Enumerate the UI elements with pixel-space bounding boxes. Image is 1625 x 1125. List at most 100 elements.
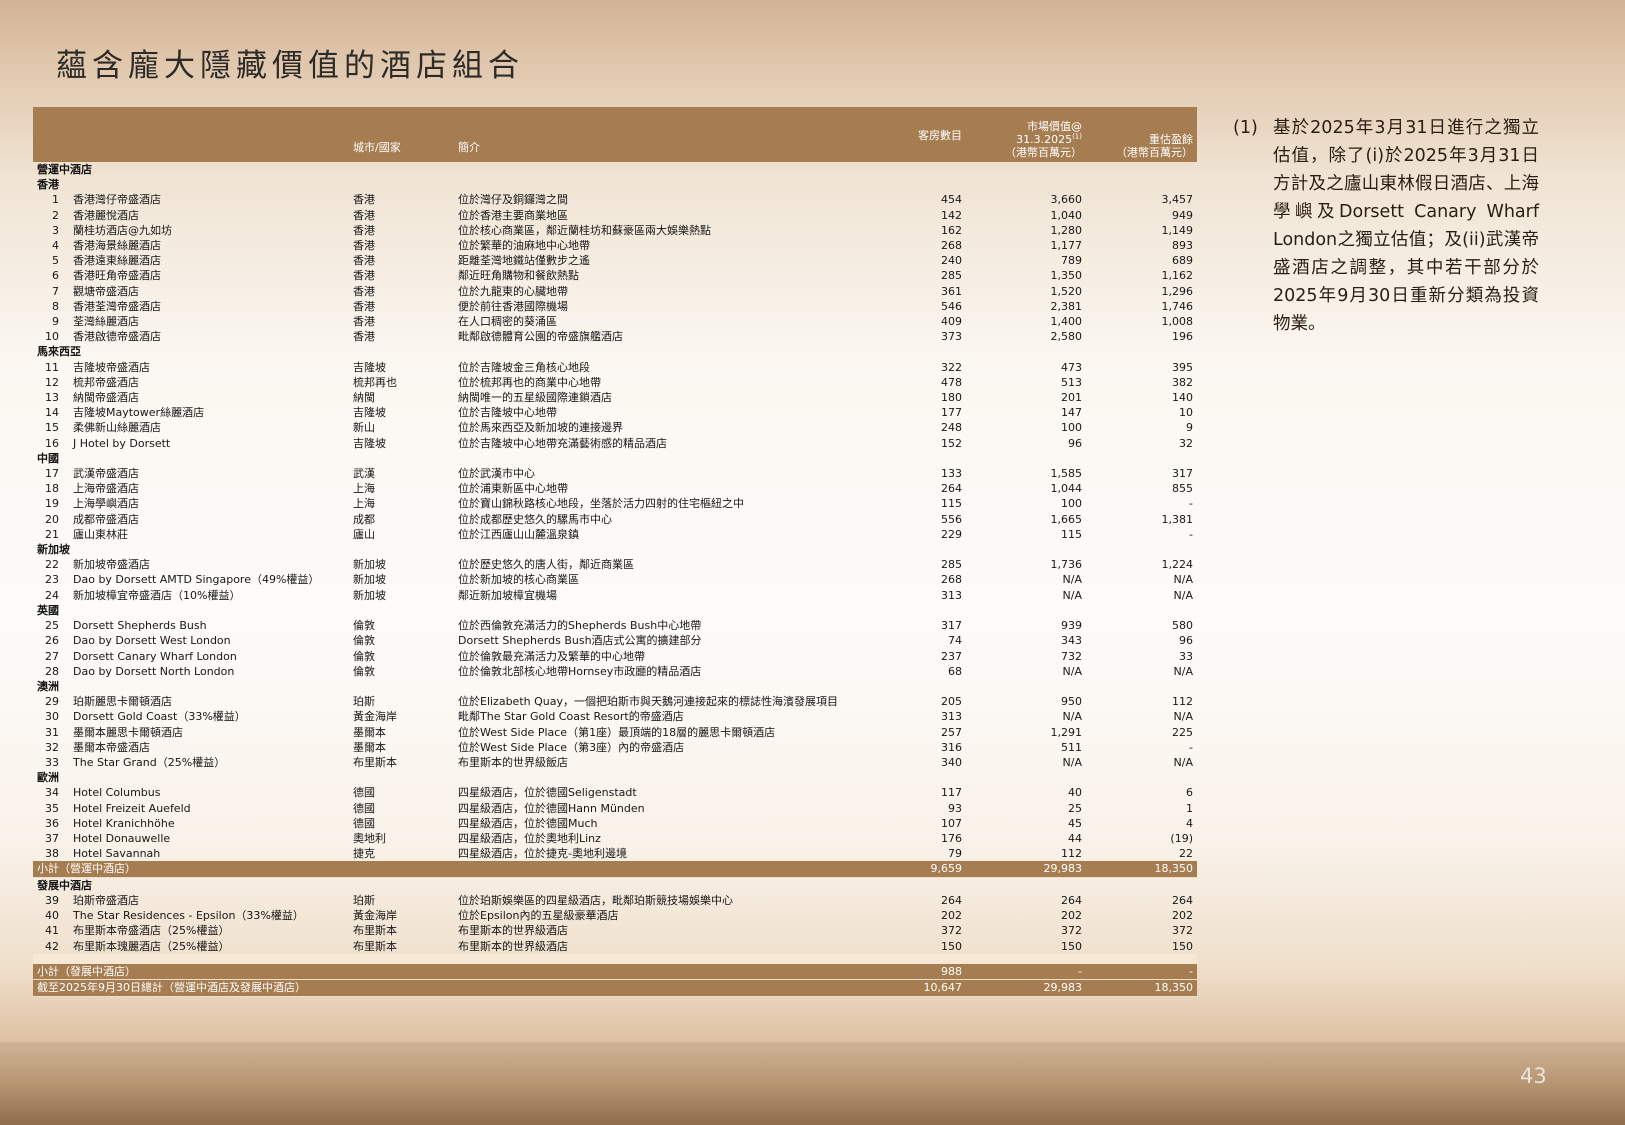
header-market-value: 市場價值@ 31.3.2025(1) （港幣百萬元） <box>966 107 1086 162</box>
table-row <box>33 954 1197 964</box>
hotel-city: 香港 <box>349 284 454 299</box>
hotel-description: 布里斯本的世界級飯店 <box>454 755 886 770</box>
hotel-description: 位於灣仔及銅鑼灣之間 <box>454 192 886 207</box>
surplus-value: 855 <box>1086 481 1197 496</box>
row-number: 7 <box>33 284 69 299</box>
surplus-value: 1,149 <box>1086 223 1197 238</box>
table-row: 15柔佛新山絲麗酒店新山位於馬來西亞及新加坡的連接邊界2481009 <box>33 420 1197 435</box>
hotel-name: 香港海景絲麗酒店 <box>69 238 349 253</box>
market-value: 201 <box>966 390 1086 405</box>
table-row: 英國 <box>33 603 1197 618</box>
hotel-description: 位於Elizabeth Quay，一個把珀斯市與天鵝河連接起來的標誌性海濱發展項… <box>454 694 886 709</box>
subtotal-label: 小計（發展中酒店） <box>33 964 886 980</box>
hotel-description: 便於前往香港國際機場 <box>454 299 886 314</box>
market-value: 1,044 <box>966 481 1086 496</box>
hotel-city: 香港 <box>349 253 454 268</box>
rooms-value: 373 <box>886 329 966 344</box>
market-value: 1,736 <box>966 557 1086 572</box>
hotel-city: 珀斯 <box>349 893 454 908</box>
hotel-name: 上海學嶼酒店 <box>69 496 349 511</box>
market-value: 100 <box>966 496 1086 511</box>
row-number: 13 <box>33 390 69 405</box>
row-number: 17 <box>33 466 69 481</box>
hotel-city: 德國 <box>349 816 454 831</box>
hotel-city: 香港 <box>349 208 454 223</box>
table-row: 42布里斯本瑰麗酒店（25%權益）布里斯本布里斯本的世界級酒店150150150 <box>33 939 1197 954</box>
header-name-col <box>69 107 349 162</box>
surplus-value: N/A <box>1086 572 1197 587</box>
market-value: 511 <box>966 740 1086 755</box>
table-body: 營運中酒店香港1香港灣仔帝盛酒店香港位於灣仔及銅鑼灣之間4543,6603,45… <box>33 162 1197 996</box>
row-number: 29 <box>33 694 69 709</box>
row-number: 6 <box>33 268 69 283</box>
hotel-description: 在人口稠密的葵涌區 <box>454 314 886 329</box>
hotel-name: 新加坡帝盛酒店 <box>69 557 349 572</box>
hotel-description: 位於歷史悠久的唐人街，鄰近商業區 <box>454 557 886 572</box>
market-value: 1,040 <box>966 208 1086 223</box>
table-row: 小計（發展中酒店）988-- <box>33 964 1197 980</box>
hotel-description: 位於Epsilon內的五星級豪華酒店 <box>454 908 886 923</box>
hotel-name: Dorsett Canary Wharf London <box>69 649 349 664</box>
hotel-name: 上海帝盛酒店 <box>69 481 349 496</box>
row-number: 22 <box>33 557 69 572</box>
hotel-name: 吉隆坡Maytower絲麗酒店 <box>69 405 349 420</box>
hotel-city: 納閩 <box>349 390 454 405</box>
hotel-name: 納閩帝盛酒店 <box>69 390 349 405</box>
hotel-description: 位於West Side Place（第1座）最頂端的18層的麗思卡爾頓酒店 <box>454 725 886 740</box>
rooms-value: 264 <box>886 893 966 908</box>
row-number: 15 <box>33 420 69 435</box>
row-number: 36 <box>33 816 69 831</box>
surplus-value: 382 <box>1086 375 1197 390</box>
rooms-value: 93 <box>886 801 966 816</box>
hotel-city: 香港 <box>349 329 454 344</box>
hotel-city: 新加坡 <box>349 588 454 603</box>
surplus-value: N/A <box>1086 755 1197 770</box>
hotel-name: The Star Grand（25%權益） <box>69 755 349 770</box>
market-value: 1,350 <box>966 268 1086 283</box>
spacer-row <box>33 954 1197 964</box>
surplus-value: - <box>1086 496 1197 511</box>
footnote-marker: (1) <box>1233 114 1258 142</box>
market-value: 147 <box>966 405 1086 420</box>
hotel-description: 位於香港主要商業地區 <box>454 208 886 223</box>
header-number-col <box>33 107 69 162</box>
surplus-value: 1,296 <box>1086 284 1197 299</box>
row-number: 16 <box>33 436 69 451</box>
subtotal-rooms: 988 <box>886 964 966 980</box>
market-value: 513 <box>966 375 1086 390</box>
hotel-name: 布里斯本瑰麗酒店（25%權益） <box>69 939 349 954</box>
hotel-table: 城市/國家 簡介 客房數目 市場價值@ 31.3.2025(1) （港幣百萬元）… <box>33 107 1197 997</box>
surplus-value: 196 <box>1086 329 1197 344</box>
row-number: 41 <box>33 923 69 938</box>
market-value: 25 <box>966 801 1086 816</box>
hotel-name: Dao by Dorsett North London <box>69 664 349 679</box>
hotel-city: 德國 <box>349 785 454 800</box>
row-number: 8 <box>33 299 69 314</box>
group-label: 發展中酒店 <box>33 877 1197 893</box>
hotel-city: 布里斯本 <box>349 923 454 938</box>
rooms-value: 546 <box>886 299 966 314</box>
market-value: 473 <box>966 360 1086 375</box>
hotel-description: 位於倫敦最充滿活力及繁華的中心地帶 <box>454 649 886 664</box>
surplus-value: 372 <box>1086 923 1197 938</box>
table-row: 5香港遠東絲麗酒店香港距離荃灣地鐵站僅數步之遙240789689 <box>33 253 1197 268</box>
market-value: 732 <box>966 649 1086 664</box>
hotel-description: 鄰近旺角購物和餐飲熱點 <box>454 268 886 283</box>
table-row: 37Hotel Donauwelle奧地利四星級酒店，位於奧地利Linz1764… <box>33 831 1197 846</box>
market-value: 343 <box>966 633 1086 648</box>
hotel-name: 珀斯帝盛酒店 <box>69 893 349 908</box>
hotel-description: 位於寶山錦秋路核心地段，坐落於活力四射的住宅樞紐之中 <box>454 496 886 511</box>
table-row: 39珀斯帝盛酒店珀斯位於珀斯娛樂區的四星級酒店，毗鄰珀斯競技場娛樂中心26426… <box>33 893 1197 908</box>
market-value: 150 <box>966 939 1086 954</box>
table-row: 17武漢帝盛酒店武漢位於武漢市中心1331,585317 <box>33 466 1197 481</box>
hotel-description: 位於江西廬山山麓溫泉鎮 <box>454 527 886 542</box>
page-number: 43 <box>1520 1064 1547 1088</box>
hotel-description: 四星級酒店，位於德國Much <box>454 816 886 831</box>
hotel-name: 香港啟德帝盛酒店 <box>69 329 349 344</box>
rooms-value: 556 <box>886 512 966 527</box>
hotel-city: 香港 <box>349 268 454 283</box>
hotel-name: 墨爾本帝盛酒店 <box>69 740 349 755</box>
table-row: 34Hotel Columbus德國四星級酒店，位於德國Seligenstadt… <box>33 785 1197 800</box>
market-value: 115 <box>966 527 1086 542</box>
market-value: 202 <box>966 908 1086 923</box>
